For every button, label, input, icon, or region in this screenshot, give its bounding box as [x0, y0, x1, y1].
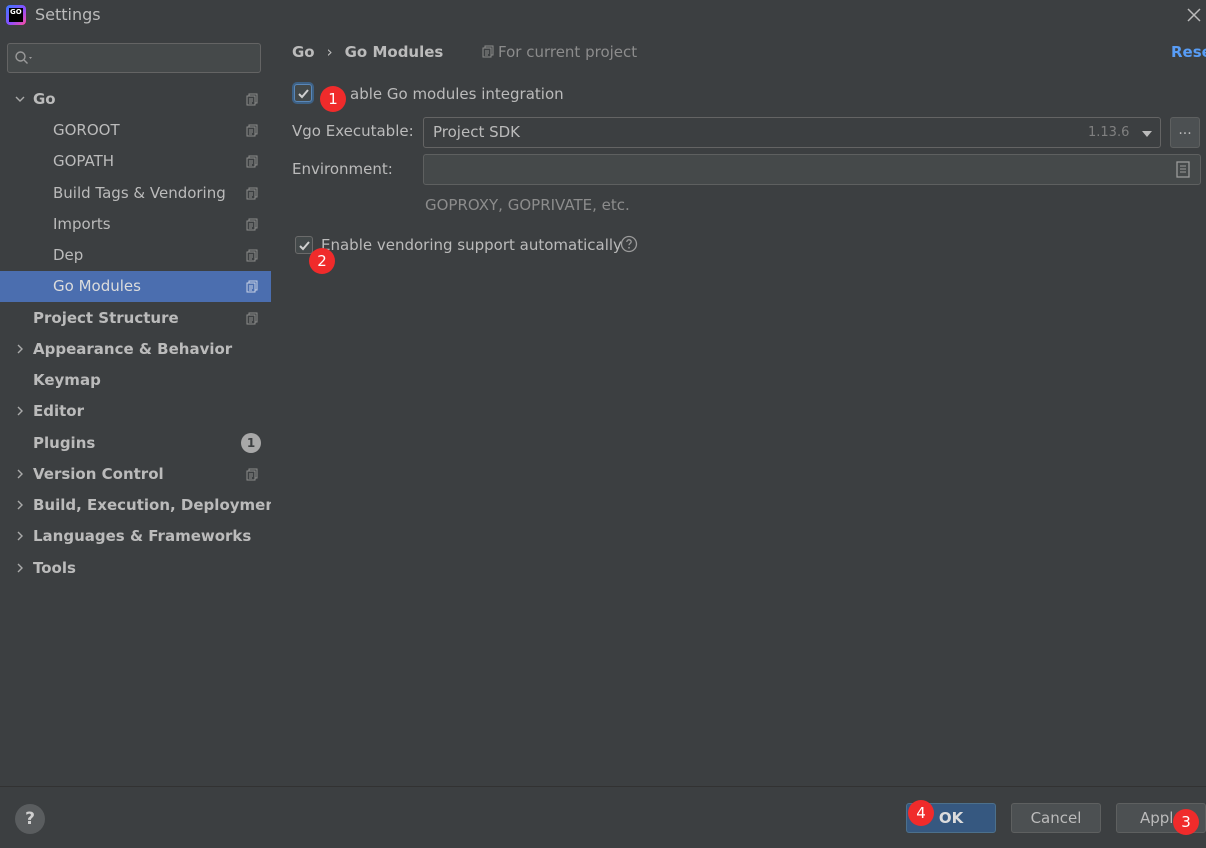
- sidebar-item-label: Languages & Frameworks: [33, 527, 252, 545]
- settings-sidebar: Go GOROOT GOPATH Build Tags & Vendoring …: [0, 30, 283, 786]
- sidebar-item-plugins[interactable]: Plugins 1: [0, 428, 271, 459]
- search-icon: [15, 51, 32, 64]
- sidebar-item-label: Version Control: [33, 465, 164, 483]
- sidebar-item-go-modules[interactable]: Go Modules: [0, 271, 271, 302]
- browse-button[interactable]: ...: [1170, 117, 1200, 148]
- close-icon[interactable]: [1185, 6, 1203, 24]
- sidebar-item-label: Editor: [33, 402, 84, 420]
- document-icon[interactable]: [1176, 161, 1190, 178]
- chevron-down-icon[interactable]: [14, 93, 26, 105]
- annotation-marker-1: 1: [320, 86, 346, 112]
- project-scope-icon: [482, 45, 494, 58]
- goland-logo-icon: GO: [6, 5, 26, 25]
- sidebar-item-label: Tools: [33, 559, 76, 577]
- window-title: Settings: [35, 5, 101, 24]
- sidebar-item-label: Build, Execution, Deployment: [33, 496, 284, 514]
- breadcrumb-parent[interactable]: Go: [292, 43, 315, 61]
- dropdown-arrow-icon: [1142, 131, 1152, 137]
- sdk-version: 1.13.6: [1088, 125, 1130, 140]
- sidebar-item-label: Build Tags & Vendoring: [53, 184, 226, 202]
- reset-link[interactable]: Rese: [1171, 43, 1206, 61]
- annotation-marker-2: 2: [309, 248, 335, 274]
- project-scope-icon: [246, 468, 258, 481]
- enable-go-modules-checkbox[interactable]: [294, 84, 312, 102]
- checkmark-icon: [298, 89, 309, 99]
- sidebar-item-goroot[interactable]: GOROOT: [0, 115, 271, 146]
- chevron-right-icon[interactable]: [14, 562, 26, 574]
- breadcrumb-separator: ›: [326, 43, 333, 61]
- sidebar-item-build-execution[interactable]: Build, Execution, Deployment: [0, 490, 283, 521]
- sidebar-item-languages[interactable]: Languages & Frameworks: [0, 521, 271, 552]
- sidebar-item-editor[interactable]: Editor: [0, 396, 271, 427]
- sidebar-item-label: GOROOT: [53, 121, 120, 139]
- vgo-executable-value: Project SDK: [433, 123, 520, 141]
- title-bar: GO Settings: [0, 0, 1206, 30]
- sidebar-item-label: Go: [33, 90, 56, 108]
- project-scope-icon: [246, 218, 258, 231]
- vgo-executable-label: Vgo Executable:: [292, 122, 414, 140]
- settings-search-input[interactable]: [7, 43, 261, 73]
- sidebar-item-tools[interactable]: Tools: [0, 553, 271, 584]
- scope-indicator: For current project: [482, 43, 637, 61]
- sidebar-item-label: Imports: [53, 215, 111, 233]
- breadcrumb: Go › Go Modules: [292, 43, 443, 61]
- sidebar-item-label: Go Modules: [53, 277, 141, 295]
- vgo-executable-select[interactable]: Project SDK 1.13.6: [423, 117, 1161, 148]
- chevron-right-icon[interactable]: [14, 530, 26, 542]
- sidebar-item-imports[interactable]: Imports: [0, 209, 271, 240]
- cancel-button[interactable]: Cancel: [1011, 803, 1101, 833]
- project-scope-icon: [246, 249, 258, 262]
- scope-label: For current project: [498, 43, 638, 61]
- project-scope-icon: [246, 312, 258, 325]
- environment-label: Environment:: [292, 160, 393, 178]
- sidebar-item-gopath[interactable]: GOPATH: [0, 146, 271, 177]
- sidebar-item-appearance[interactable]: Appearance & Behavior: [0, 334, 271, 365]
- dialog-footer: ? OK Cancel Appl: [0, 786, 1206, 848]
- chevron-right-icon[interactable]: [14, 405, 26, 417]
- sidebar-item-project-structure[interactable]: Project Structure: [0, 303, 271, 334]
- help-button[interactable]: ?: [15, 804, 45, 834]
- project-scope-icon: [246, 124, 258, 137]
- plugins-update-badge: 1: [241, 433, 261, 453]
- breadcrumb-current: Go Modules: [344, 43, 444, 61]
- sidebar-item-build-tags[interactable]: Build Tags & Vendoring: [0, 178, 271, 209]
- annotation-marker-3: 3: [1173, 809, 1199, 835]
- sidebar-item-label: Appearance & Behavior: [33, 340, 233, 358]
- sidebar-item-go[interactable]: Go: [0, 84, 271, 115]
- project-scope-icon: [246, 280, 258, 293]
- environment-input[interactable]: [423, 154, 1201, 185]
- sidebar-item-label: GOPATH: [53, 152, 115, 170]
- enable-go-modules-label[interactable]: able Go modules integration: [350, 85, 564, 103]
- sidebar-item-label: Plugins: [33, 434, 96, 452]
- sidebar-item-label: Dep: [53, 246, 84, 264]
- environment-hint: GOPROXY, GOPRIVATE, etc.: [425, 196, 630, 214]
- sidebar-item-keymap[interactable]: Keymap: [0, 365, 271, 396]
- sidebar-item-dep[interactable]: Dep: [0, 240, 271, 271]
- help-icon[interactable]: [620, 235, 638, 253]
- sidebar-item-label: Keymap: [33, 371, 101, 389]
- chevron-right-icon[interactable]: [14, 468, 26, 480]
- project-scope-icon: [246, 155, 258, 168]
- enable-vendoring-label[interactable]: Enable vendoring support automatically: [321, 236, 622, 254]
- checkmark-icon: [299, 241, 310, 251]
- enable-vendoring-checkbox[interactable]: [295, 236, 313, 254]
- project-scope-icon: [246, 187, 258, 200]
- chevron-right-icon[interactable]: [14, 499, 26, 511]
- chevron-right-icon[interactable]: [14, 343, 26, 355]
- annotation-marker-4: 4: [908, 800, 934, 826]
- sidebar-item-version-control[interactable]: Version Control: [0, 459, 271, 490]
- settings-content-panel: Go › Go Modules For current project Rese a…: [271, 30, 1206, 786]
- sidebar-item-label: Project Structure: [33, 309, 179, 327]
- project-scope-icon: [246, 93, 258, 106]
